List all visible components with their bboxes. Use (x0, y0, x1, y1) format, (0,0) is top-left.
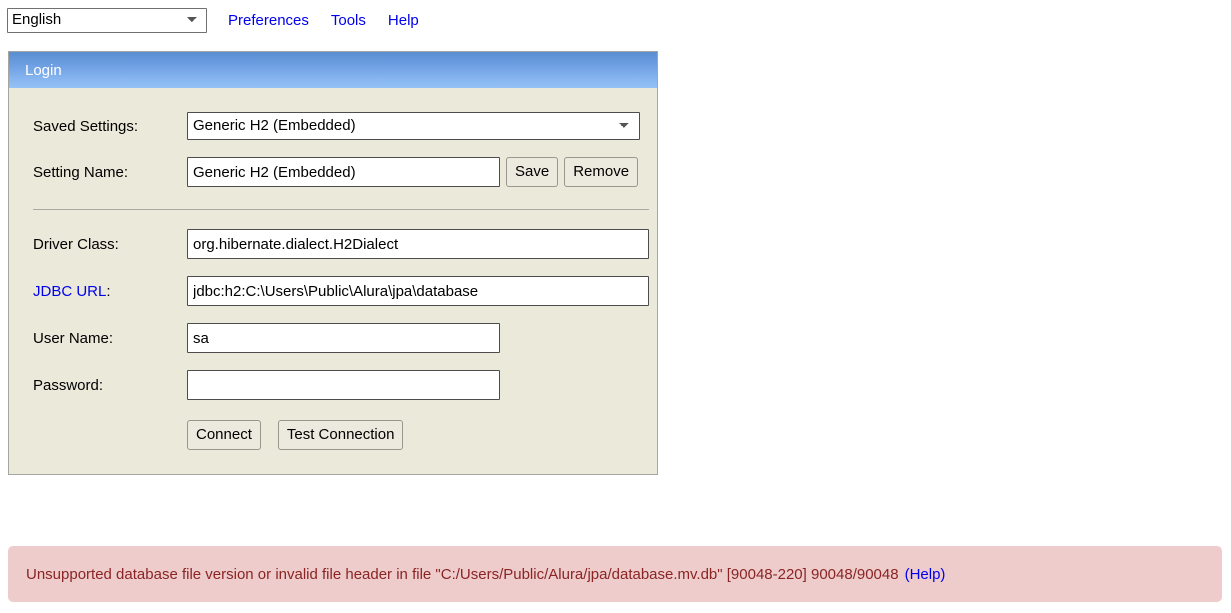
preferences-link[interactable]: Preferences (228, 12, 309, 29)
login-panel: Login Saved Settings: Generic H2 (Embedd… (8, 51, 658, 475)
password-input[interactable] (187, 370, 500, 400)
save-button[interactable]: Save (506, 157, 559, 187)
remove-button[interactable]: Remove (564, 157, 639, 187)
jdbc-url-row: JDBC URL: (9, 274, 657, 308)
help-link[interactable]: Help (388, 12, 419, 29)
panel-title: Login (25, 61, 62, 79)
setting-name-input[interactable] (187, 157, 500, 187)
jdbc-url-label: JDBC URL: (33, 283, 187, 300)
connect-button[interactable]: Connect (187, 420, 261, 450)
error-message: Unsupported database file version or inv… (26, 565, 899, 583)
password-label: Password: (33, 376, 104, 394)
login-form: Saved Settings: Generic H2 (Embedded) Se… (9, 109, 657, 474)
setting-name-label: Setting Name: (33, 163, 129, 181)
language-select[interactable]: English (7, 7, 207, 33)
user-name-input[interactable] (187, 323, 500, 353)
error-help-link[interactable]: (Help) (905, 566, 946, 583)
login-actions-row: Connect Test Connection (9, 418, 657, 452)
login-panel-header: Login (9, 52, 657, 88)
saved-settings-label: Saved Settings: (33, 117, 139, 135)
jdbc-url-input[interactable] (187, 276, 649, 306)
top-toolbar: English Preferences Tools Help (0, 0, 419, 40)
setting-name-row: Setting Name: Save Remove (9, 155, 657, 189)
form-divider (33, 209, 649, 210)
tools-link[interactable]: Tools (331, 12, 366, 29)
jdbc-url-link[interactable]: JDBC URL (33, 283, 106, 300)
user-name-row: User Name: (9, 321, 657, 355)
driver-class-label: Driver Class: (33, 235, 119, 253)
saved-settings-row: Saved Settings: Generic H2 (Embedded) (9, 109, 657, 143)
driver-class-row: Driver Class: (9, 227, 657, 261)
user-name-label: User Name: (33, 329, 114, 347)
saved-settings-select[interactable]: Generic H2 (Embedded) (187, 112, 640, 140)
test-connection-button[interactable]: Test Connection (277, 420, 404, 450)
jdbc-url-label-colon: : (106, 282, 111, 300)
password-row: Password: (9, 368, 657, 402)
error-banner: Unsupported database file version or inv… (8, 546, 1222, 602)
driver-class-input[interactable] (187, 229, 649, 259)
